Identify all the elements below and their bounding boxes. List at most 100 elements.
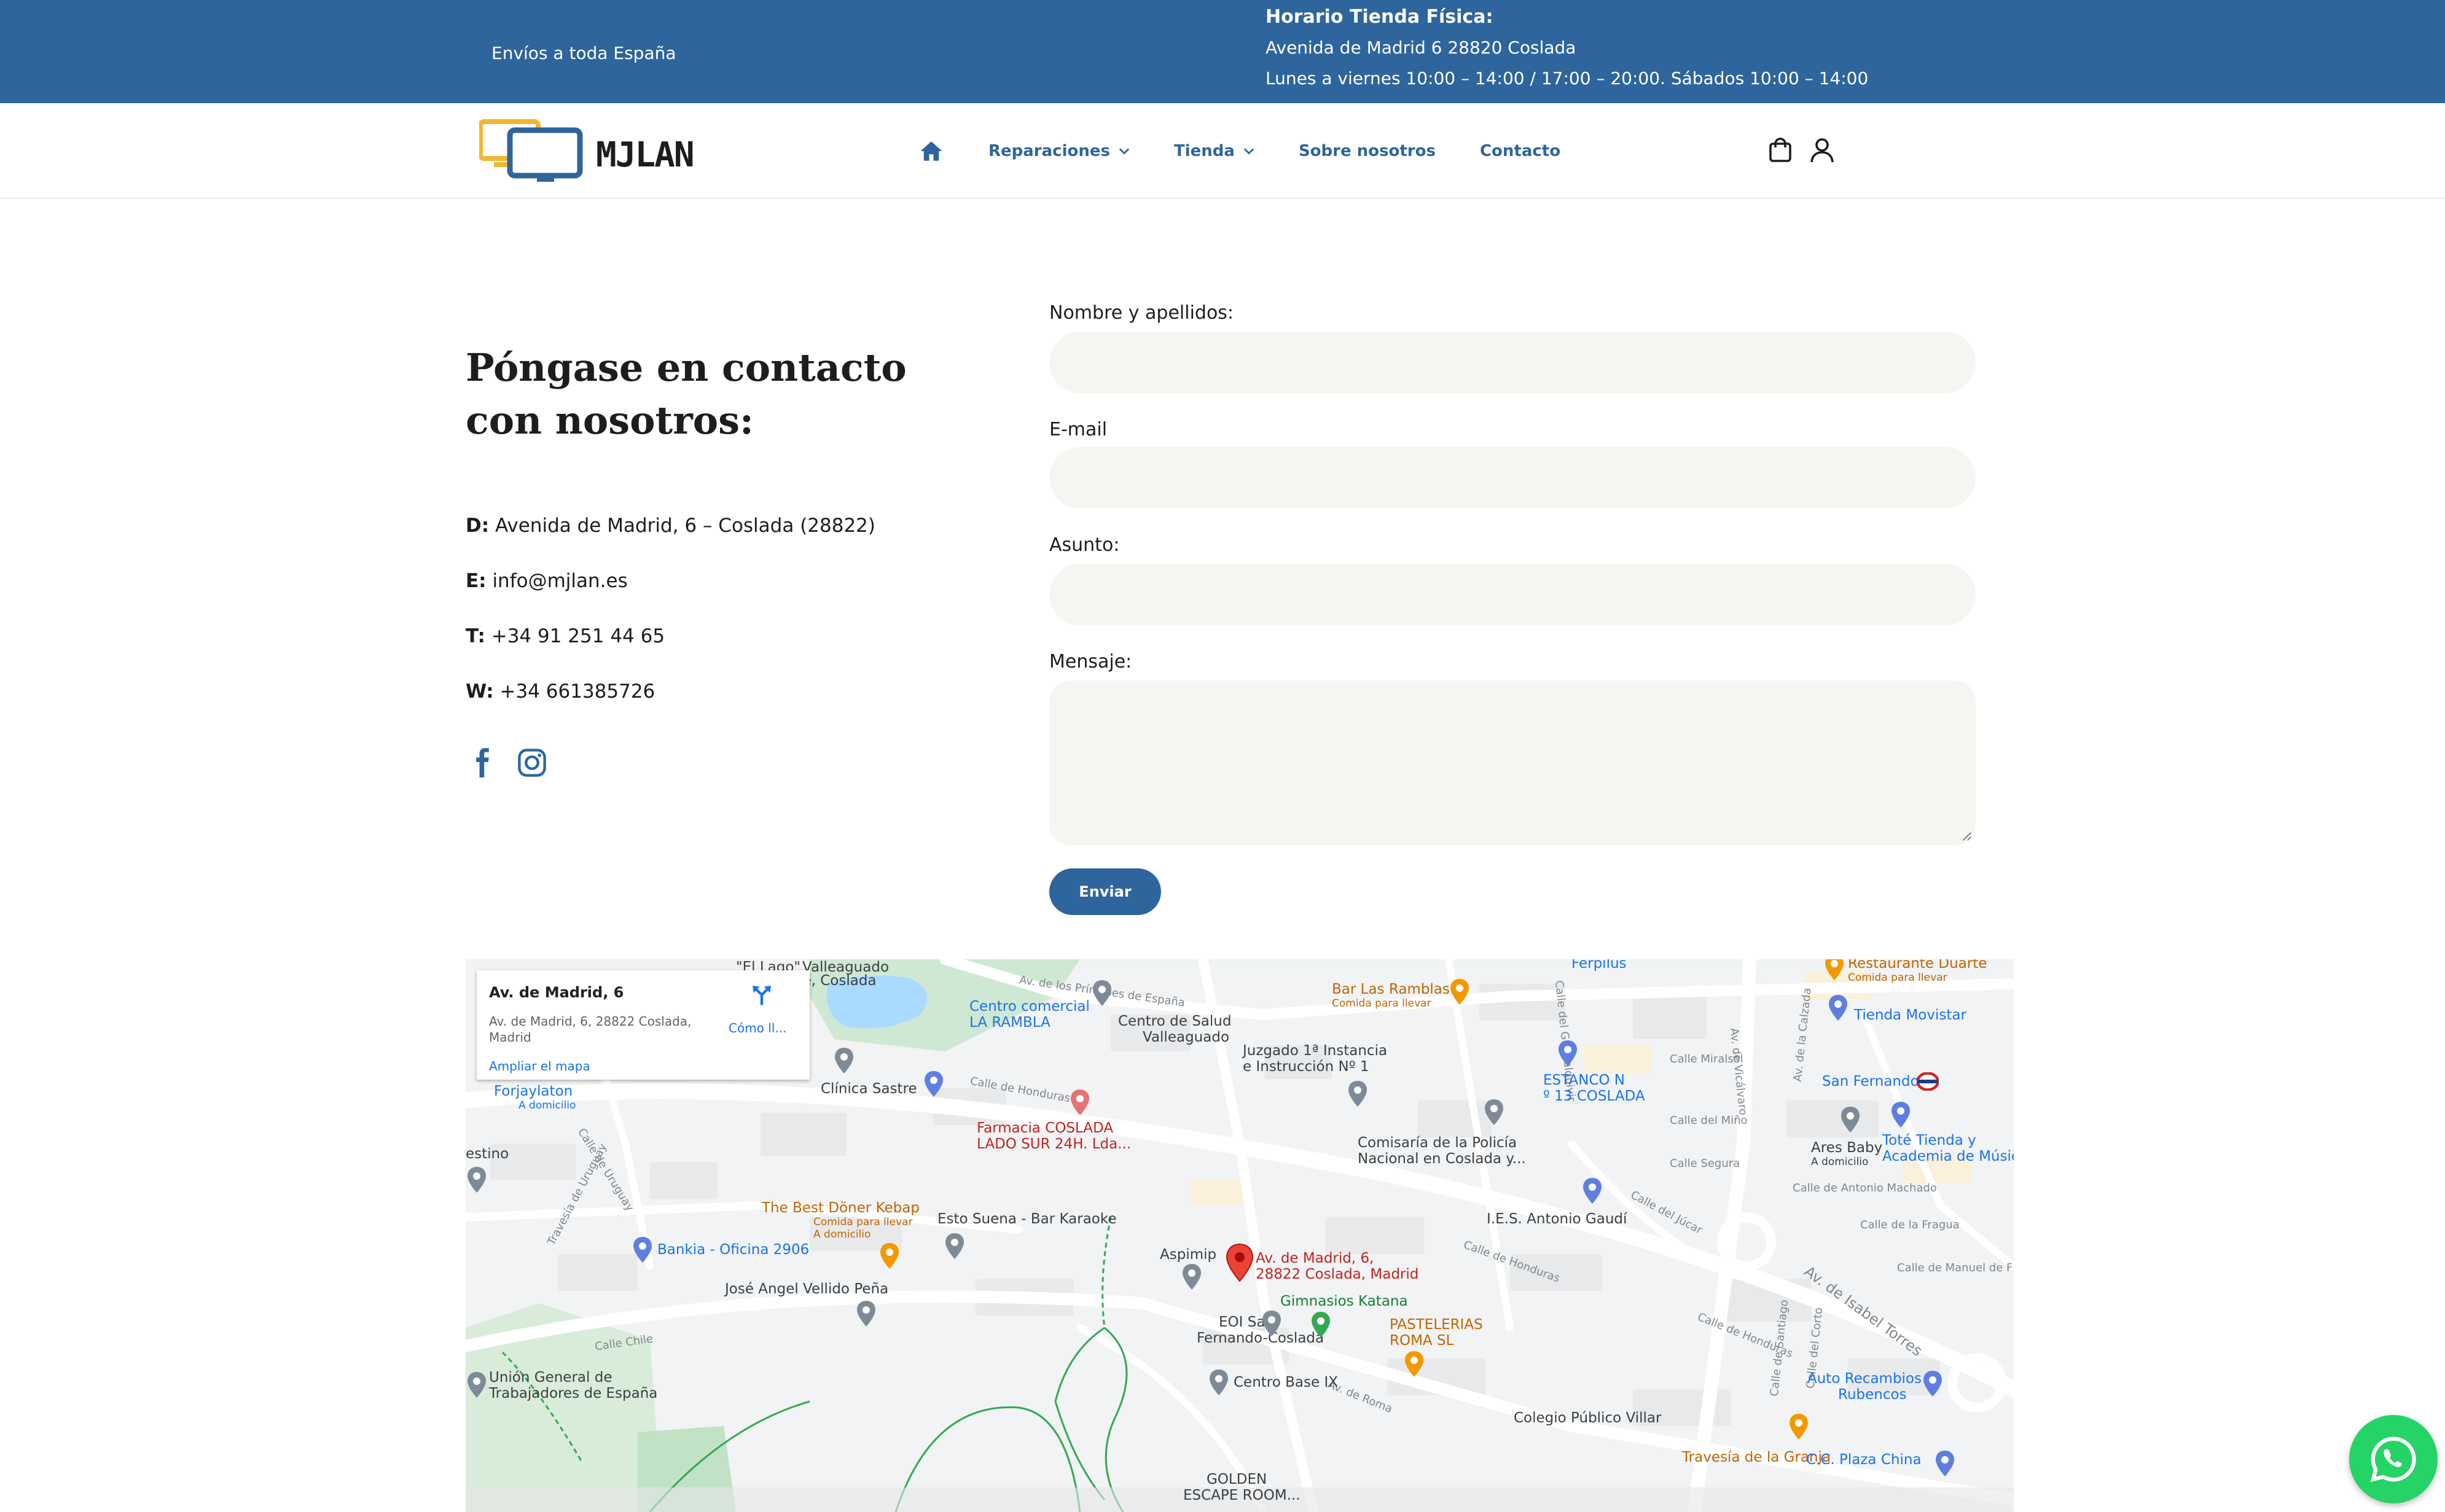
map-pin-icon[interactable] [855, 1300, 877, 1328]
shop-pin-icon[interactable] [1557, 1039, 1579, 1067]
label-farmacia[interactable]: Farmacia COSLADA LADO SUR 24H. Lda... [977, 1120, 1131, 1152]
site-logo[interactable]: MJLAN [478, 118, 725, 183]
label-restaurante-sub: Comida para llevar [1848, 972, 1947, 984]
label-pastelerias[interactable]: PASTELERIAS ROMA SL [1390, 1317, 1483, 1349]
map-pin-icon[interactable] [944, 1232, 966, 1260]
map-pin-icon[interactable] [1208, 1368, 1230, 1397]
message-label: Mensaje: [1049, 651, 1132, 672]
map-pin-icon[interactable] [1347, 1080, 1369, 1108]
label-ugt-2: Trabajadores de España [489, 1385, 658, 1401]
shop-pin-icon[interactable] [1890, 1101, 1912, 1129]
user-icon[interactable] [1807, 135, 1837, 165]
map-enlarge-link[interactable]: Ampliar el mapa [489, 1059, 590, 1074]
label-bankia[interactable]: Bankia - Oficina 2906 [657, 1242, 809, 1258]
restaurant-pin-icon[interactable] [1449, 978, 1471, 1006]
label-cc-rambla-2: LA RAMBLA [969, 1015, 1050, 1031]
location-pin-icon[interactable] [1225, 1243, 1254, 1282]
label-ares-baby[interactable]: Ares Baby A domicilio [1811, 1140, 1882, 1168]
label-centro-base[interactable]: Centro Base IX [1234, 1374, 1338, 1390]
shop-pin-icon[interactable] [1581, 1177, 1603, 1205]
label-auto-recambios[interactable]: Auto Recambios Rubencos [1807, 1371, 1922, 1403]
contact-whatsapp-value[interactable]: +34 661385726 [500, 680, 655, 703]
label-farmacia-2: LADO SUR 24H. Lda... [977, 1136, 1132, 1152]
instagram-icon[interactable] [516, 747, 548, 779]
label-gimnasios[interactable]: Gimnasios Katana [1280, 1293, 1408, 1309]
nav-contacto[interactable]: Contacto [1480, 142, 1560, 160]
bank-pin-icon[interactable] [632, 1236, 654, 1264]
nav-contacto-label: Contacto [1479, 142, 1561, 160]
message-textarea[interactable] [1049, 680, 1976, 845]
bar-pin-icon[interactable] [1788, 1413, 1810, 1441]
bakery-pin-icon[interactable] [1403, 1350, 1425, 1378]
label-doner[interactable]: The Best Döner Kebap Comida para llevar … [762, 1200, 920, 1241]
label-estanco[interactable]: ESTANCO N º 13 COSLADA [1543, 1072, 1645, 1104]
contact-phone-value[interactable]: +34 91 251 44 65 [491, 625, 665, 647]
gym-pin-icon[interactable] [1310, 1311, 1332, 1339]
restaurant-pin-icon[interactable] [878, 1242, 901, 1270]
label-juzgado[interactable]: Juzgado 1ª Instancia e Instrucción Nº 1 [1243, 1043, 1387, 1075]
label-tienda-movistar[interactable]: Tienda Movistar [1854, 1007, 1966, 1023]
contact-address: D: Avenida de Madrid, 6 – Coslada (28822… [466, 515, 875, 537]
shop-pin-icon[interactable] [1922, 1370, 1944, 1398]
label-pin-address[interactable]: Av. de Madrid, 6, 28822 Coslada, Madrid [1256, 1250, 1418, 1282]
label-colegio[interactable]: Colegio Público Villar [1514, 1410, 1661, 1426]
shop-pin-icon[interactable] [1934, 1449, 1956, 1478]
label-estanco-1: ESTANCO N [1543, 1072, 1625, 1088]
label-restaurante[interactable]: Restaurante Duarte Comida para llevar [1848, 959, 1987, 984]
label-forjaylaton[interactable]: Forjaylaton A domicilio [494, 1083, 576, 1112]
resize-grip-icon[interactable] [1961, 830, 1972, 841]
store-hours: Horario Tienda Física: Avenida de Madrid… [1266, 6, 1868, 90]
nav-reparaciones[interactable]: Reparaciones [988, 142, 1130, 160]
street-segura: Calle Segura [1670, 1157, 1740, 1170]
map-pin-icon[interactable] [833, 1046, 855, 1075]
name-input[interactable] [1049, 332, 1976, 393]
map-pin-icon[interactable] [1181, 1263, 1203, 1291]
map-pin-icon[interactable] [466, 1166, 488, 1194]
shop-pin-icon[interactable] [1827, 994, 1849, 1022]
shop-pin-icon[interactable] [923, 1070, 945, 1098]
site-header: MJLAN Reparaciones Tienda Sobre nosotros… [0, 103, 2445, 199]
label-ugt-1: Unión General de [489, 1370, 612, 1385]
nav-tienda[interactable]: Tienda [1174, 142, 1254, 160]
label-ies[interactable]: I.E.S. Antonio Gaudí [1487, 1211, 1627, 1227]
send-button[interactable]: Enviar [1049, 868, 1161, 915]
school-pin-icon[interactable] [1261, 1309, 1283, 1338]
facebook-icon[interactable] [467, 747, 499, 779]
label-aspimip[interactable]: Aspimip [1160, 1247, 1216, 1263]
label-ares-baby-sub: A domicilio [1811, 1156, 1869, 1168]
label-clinica[interactable]: Clínica Sastre [821, 1081, 917, 1097]
directions-icon[interactable] [749, 983, 774, 1007]
label-comisaria[interactable]: Comisaría de la Policía Nacional en Cosl… [1358, 1135, 1526, 1167]
label-esto-suena[interactable]: Esto Suena - Bar Karaoke [937, 1211, 1117, 1227]
restaurant-pin-icon[interactable] [1823, 959, 1845, 981]
label-bar-ramblas[interactable]: Bar Las Ramblas Comida para llevar [1332, 981, 1450, 1010]
label-cc-rambla-1: Centro comercial [969, 999, 1090, 1015]
label-ugt[interactable]: Unión General de Trabajadores de España [489, 1370, 657, 1401]
contact-email: E: info@mjlan.es [466, 570, 628, 592]
map-pin-icon[interactable] [1483, 1098, 1505, 1126]
cart-icon[interactable] [1766, 135, 1795, 165]
map-pin-icon[interactable] [1839, 1105, 1861, 1134]
metro-icon[interactable] [1917, 1072, 1939, 1091]
nav-sobre-nosotros[interactable]: Sobre nosotros [1299, 142, 1436, 160]
pharmacy-pin-icon[interactable] [1069, 1088, 1091, 1116]
label-cc-rambla[interactable]: Centro comercial LA RAMBLA [969, 999, 1090, 1031]
whatsapp-button[interactable] [2349, 1415, 2438, 1503]
label-san-fernando[interactable]: San Fernando [1822, 1074, 1919, 1089]
map-pin-icon[interactable] [1091, 979, 1113, 1007]
label-vellido[interactable]: José Angel Vellido Peña [725, 1281, 888, 1297]
map-directions-link[interactable]: Cómo ll... [729, 1021, 786, 1035]
label-cc-plaza[interactable]: C.C. Plaza China [1806, 1452, 1922, 1468]
label-golden[interactable]: GOLDEN ESCAPE ROOM... [1183, 1471, 1301, 1503]
home-icon[interactable] [918, 138, 944, 164]
label-tote[interactable]: Toté Tienda y Academia de Músic [1882, 1132, 2014, 1164]
subject-input[interactable] [1049, 564, 1976, 625]
label-pastelerias-1: PASTELERIAS [1390, 1317, 1483, 1333]
label-centro-salud[interactable]: Centro de Salud Valleaguado [1118, 1013, 1231, 1045]
email-input[interactable] [1049, 447, 1976, 509]
contact-email-value[interactable]: info@mjlan.es [492, 570, 627, 592]
label-ferpilus[interactable]: Ferpilus [1571, 959, 1627, 972]
logo-text: MJLAN [596, 135, 695, 175]
google-map[interactable]: Av. de los Príncipes de España Calle de … [466, 959, 2014, 1512]
map-pin-icon[interactable] [466, 1371, 488, 1399]
